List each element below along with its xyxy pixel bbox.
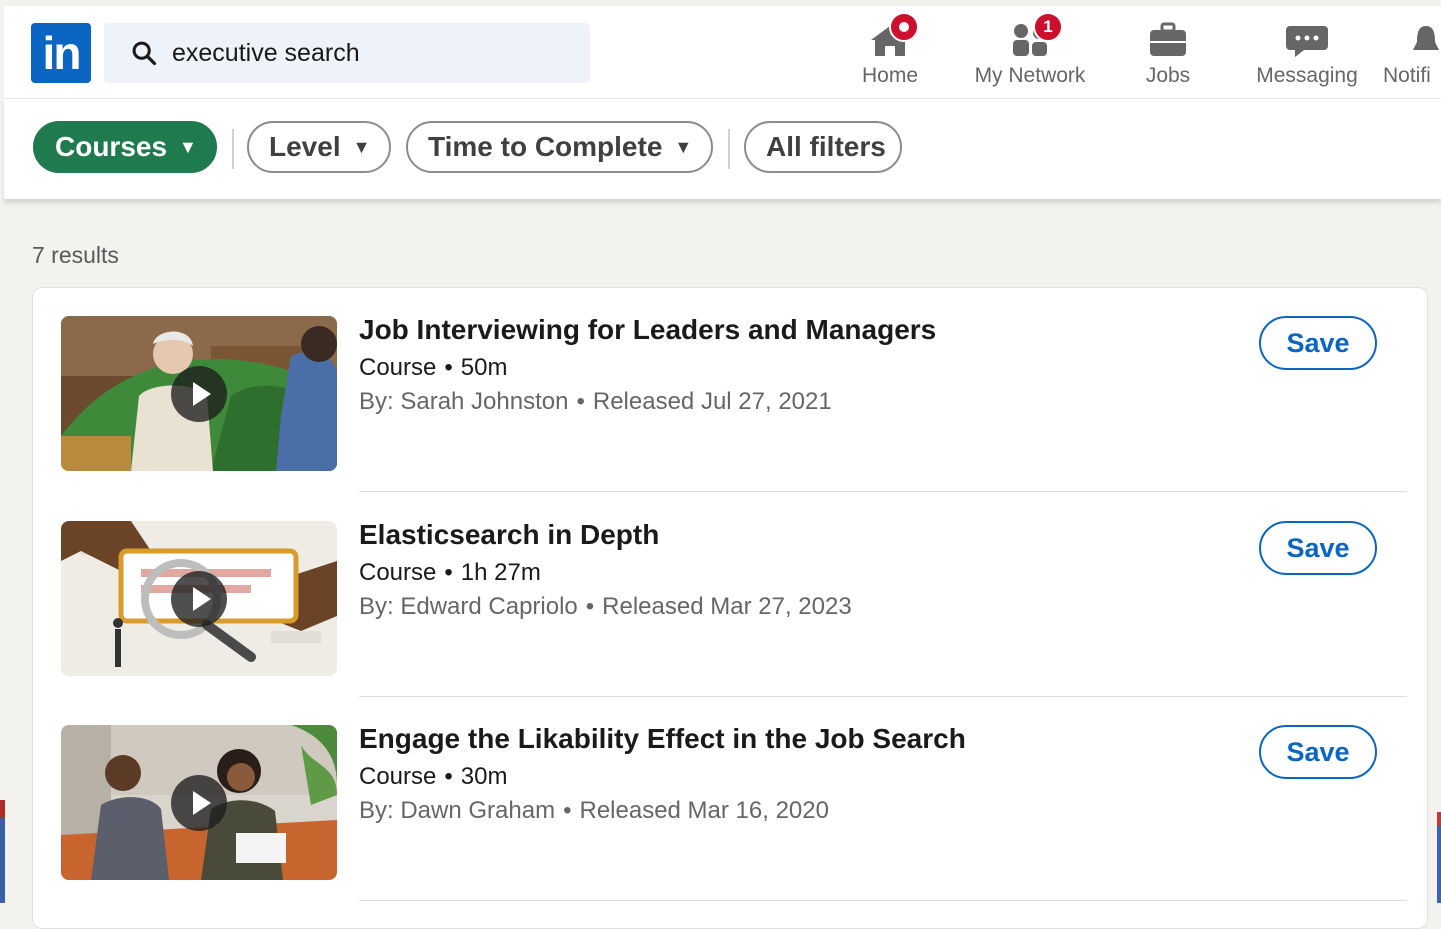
course-thumbnail[interactable] xyxy=(61,725,337,880)
course-release-date: Released Jul 27, 2021 xyxy=(592,388,832,415)
list-item: Elasticsearch in Depth Course • 1h 27m By:… xyxy=(33,493,1427,697)
course-byline: By: Sarah Johnston • Released Jul 27, 2021 xyxy=(359,388,832,416)
item-divider xyxy=(359,900,1407,901)
course-meta: Course • 1h 27m xyxy=(359,559,541,587)
search-bar[interactable]: executive search xyxy=(104,23,590,83)
chevron-down-icon: ▼ xyxy=(352,136,371,157)
course-type: Course xyxy=(359,559,437,586)
time-filter-label: Time to Complete xyxy=(428,131,663,162)
filter-bar: Courses ▼ Level ▼ Time to Complete ▼ All… xyxy=(4,99,1441,199)
chevron-down-icon: ▼ xyxy=(674,136,693,157)
course-meta: Course • 50m xyxy=(359,354,507,382)
item-divider xyxy=(359,491,1407,492)
course-title[interactable]: Elasticsearch in Depth xyxy=(359,519,659,551)
results-count: 7 results xyxy=(32,242,119,268)
course-type: Course xyxy=(359,763,437,790)
courses-filter-label: Courses xyxy=(55,131,168,162)
time-to-complete-filter-button[interactable]: Time to Complete ▼ xyxy=(406,121,713,173)
briefcase-icon xyxy=(1143,20,1193,60)
separator-dot: • xyxy=(585,593,595,620)
course-release-date: Released Mar 16, 2020 xyxy=(579,797,829,824)
search-input[interactable]: executive search xyxy=(172,39,360,68)
nav-messaging-label: Messaging xyxy=(1256,64,1358,87)
save-button[interactable]: Save xyxy=(1259,725,1377,779)
list-item: Engage the Likability Effect in the Job … xyxy=(33,697,1427,901)
nav-notifications-label: Notifi xyxy=(1383,64,1431,87)
play-icon xyxy=(171,775,227,831)
nav-my-network-label: My Network xyxy=(974,64,1086,87)
notification-dot xyxy=(889,12,919,42)
list-item: Job Interviewing for Leaders and Manager… xyxy=(33,288,1427,492)
save-button[interactable]: Save xyxy=(1259,521,1377,575)
course-meta: Course • 30m xyxy=(359,763,507,791)
separator-dot: • xyxy=(563,797,572,824)
course-duration: 1h 27m xyxy=(460,559,541,586)
course-author: By: Edward Capriolo xyxy=(359,593,578,620)
top-nav: in executive search Home 1 My Network Jo… xyxy=(4,6,1441,99)
course-byline: By: Dawn Graham • Released Mar 16, 2020 xyxy=(359,797,829,825)
divider xyxy=(232,129,234,169)
separator-dot: • xyxy=(444,763,453,790)
save-button[interactable]: Save xyxy=(1259,316,1377,370)
separator-dot: • xyxy=(444,354,453,381)
level-filter-button[interactable]: Level ▼ xyxy=(247,121,391,173)
results-list: Job Interviewing for Leaders and Manager… xyxy=(32,287,1428,929)
courses-filter-button[interactable]: Courses ▼ xyxy=(33,121,217,173)
course-title[interactable]: Job Interviewing for Leaders and Manager… xyxy=(359,314,936,346)
course-title[interactable]: Engage the Likability Effect in the Job … xyxy=(359,723,966,755)
chevron-down-icon: ▼ xyxy=(179,136,197,157)
course-duration: 50m xyxy=(460,354,508,381)
nav-home-label: Home xyxy=(861,64,919,87)
window-edge-left-accent xyxy=(0,800,5,818)
course-thumbnail[interactable] xyxy=(61,316,337,471)
network-badge: 1 xyxy=(1033,12,1063,42)
play-icon xyxy=(171,571,227,627)
nav-home[interactable]: Home xyxy=(854,12,926,98)
nav-jobs[interactable]: Jobs xyxy=(1140,20,1196,98)
nav-jobs-label: Jobs xyxy=(1145,64,1191,87)
course-author: By: Dawn Graham xyxy=(359,797,556,824)
linkedin-logo[interactable]: in xyxy=(31,23,91,83)
bell-icon xyxy=(1411,20,1441,60)
people-icon: 1 xyxy=(1005,12,1063,60)
level-filter-label: Level xyxy=(269,131,341,162)
nav-messaging[interactable]: Messaging xyxy=(1252,20,1362,98)
course-release-date: Released Mar 27, 2023 xyxy=(602,593,852,620)
nav-my-network[interactable]: 1 My Network xyxy=(968,12,1092,98)
all-filters-label: All filters xyxy=(766,131,886,162)
all-filters-button[interactable]: All filters xyxy=(744,121,902,173)
course-author: By: Sarah Johnston xyxy=(359,388,569,415)
divider xyxy=(728,129,730,169)
separator-dot: • xyxy=(444,559,453,586)
course-thumbnail[interactable] xyxy=(61,521,337,676)
separator-dot: • xyxy=(576,388,585,415)
nav-notifications[interactable]: Notifi xyxy=(1383,20,1441,98)
search-icon xyxy=(132,41,157,66)
home-icon xyxy=(865,12,919,60)
play-icon xyxy=(171,366,227,422)
course-byline: By: Edward Capriolo • Released Mar 27, 202… xyxy=(359,593,852,621)
window-edge-right-accent xyxy=(1437,812,1441,826)
chat-bubble-icon xyxy=(1282,20,1332,60)
course-duration: 30m xyxy=(460,763,508,790)
course-type: Course xyxy=(359,354,437,381)
